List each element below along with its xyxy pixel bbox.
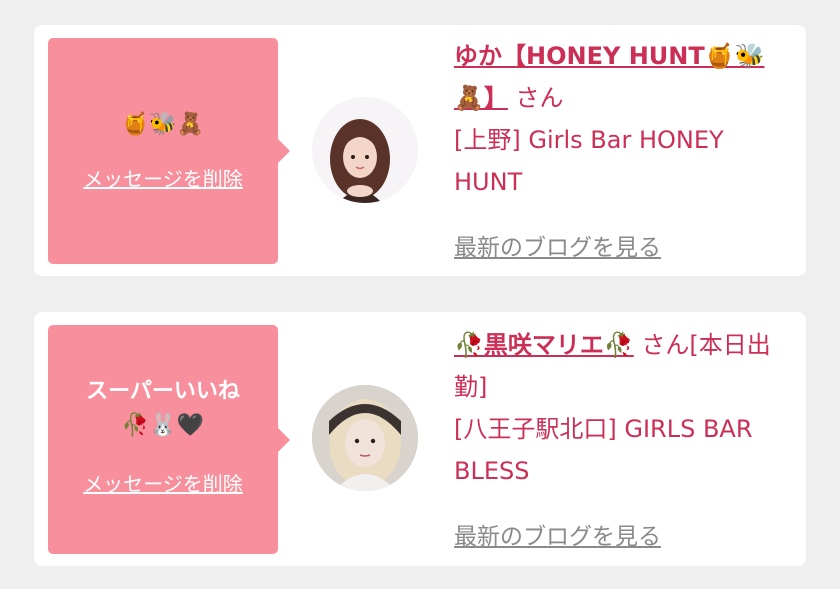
avatar-photo: [312, 385, 418, 491]
sender-info: ゆか【HONEY HUNT🍯🐝🧸】 さん [上野] Girls Bar HONE…: [454, 35, 789, 203]
latest-blog-link[interactable]: 最新のブログを見る: [454, 517, 661, 551]
message-bubble: スーパーいいね 🥀🐰🖤 メッセージを削除: [48, 325, 290, 554]
sender-name-link[interactable]: 🥀黒咲マリエ🥀: [454, 331, 634, 359]
latest-blog-link[interactable]: 最新のブログを見る: [454, 228, 661, 262]
message-text: スーパーいいね 🥀🐰🖤: [48, 375, 278, 443]
message-text: 🍯🐝🧸: [121, 112, 205, 137]
avatar-photo: [312, 97, 418, 203]
delete-message-link[interactable]: メッセージを削除: [48, 163, 278, 192]
message-card: 🍯🐝🧸 メッセージを削除 ゆか【HONEY HUNT🍯🐝🧸】 さん [上野] G…: [34, 25, 806, 276]
sender-name-link[interactable]: ゆか【HONEY HUNT🍯🐝🧸】: [454, 42, 765, 112]
message-card: スーパーいいね 🥀🐰🖤 メッセージを削除 🥀黒咲マリエ🥀 さん[本日出勤] [八…: [34, 312, 806, 566]
message-emoji: 🥀🐰🖤: [121, 413, 205, 438]
message-title: スーパーいいね: [86, 379, 240, 404]
message-bubble: 🍯🐝🧸 メッセージを削除: [48, 38, 290, 264]
delete-message-link[interactable]: メッセージを削除: [48, 468, 278, 497]
shop-name: [八王子駅北口] GIRLS BAR BLESS: [454, 415, 753, 485]
sender-info: 🥀黒咲マリエ🥀 さん[本日出勤] [八王子駅北口] GIRLS BAR BLES…: [454, 324, 789, 492]
avatar[interactable]: [312, 385, 418, 491]
avatar[interactable]: [312, 97, 418, 203]
name-suffix: さん: [507, 84, 564, 112]
shop-name: [上野] Girls Bar HONEY HUNT: [454, 126, 724, 196]
